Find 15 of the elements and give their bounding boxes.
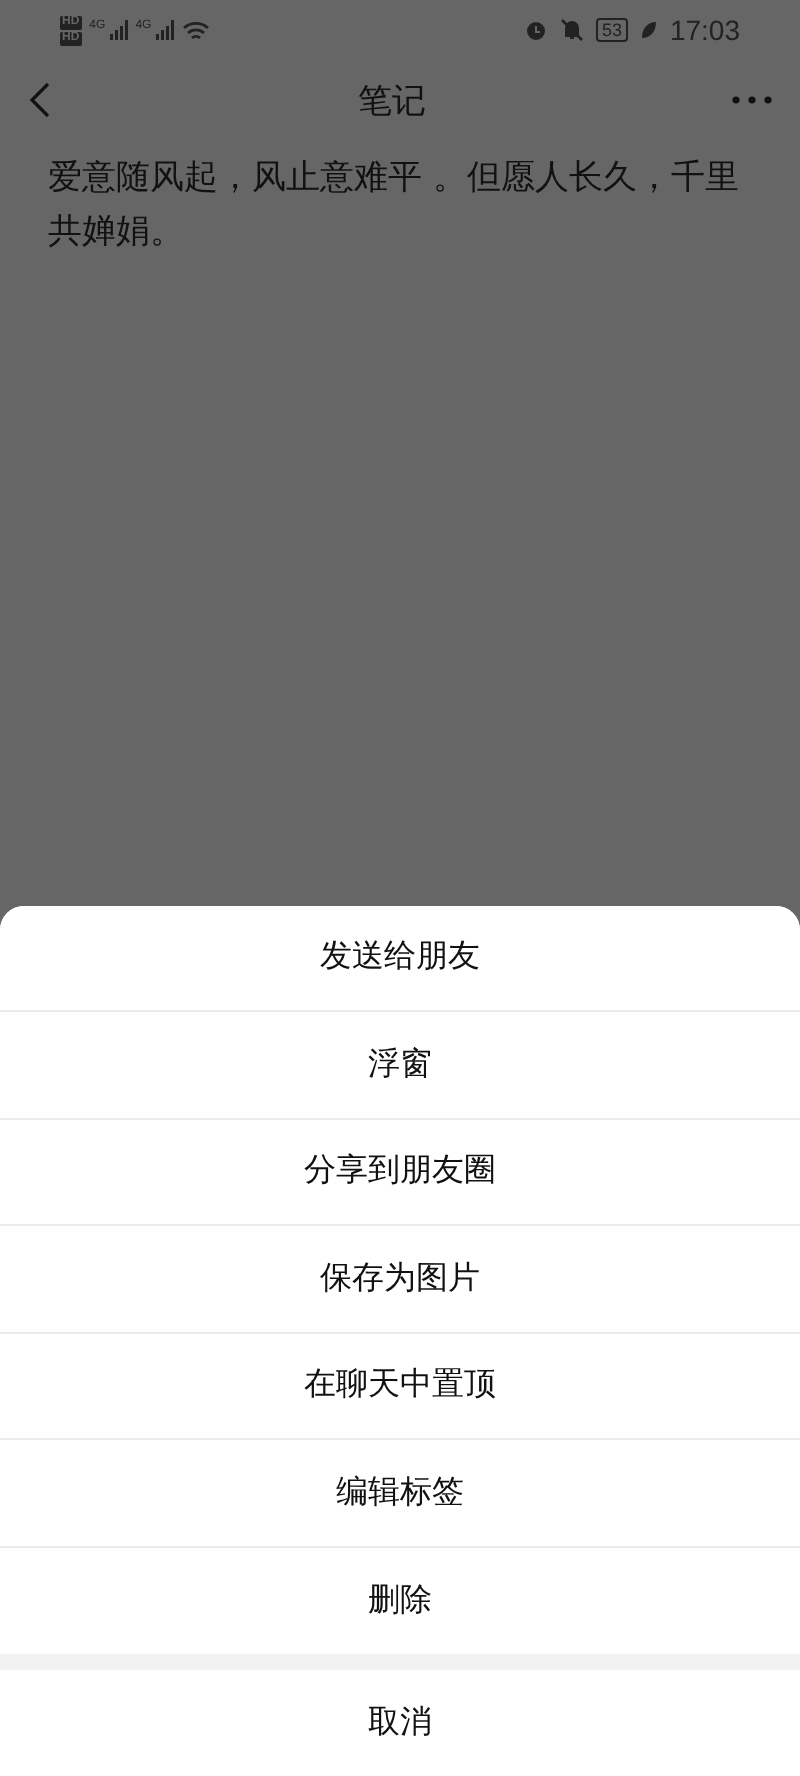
more-icon xyxy=(732,96,772,104)
clock-time: 17:03 xyxy=(669,14,740,46)
alarm-icon xyxy=(523,18,548,42)
back-button[interactable] xyxy=(28,82,52,118)
muted-bell-icon xyxy=(559,18,584,42)
battery-level: 53 xyxy=(595,18,628,42)
menu-item[interactable]: 发送给朋友 xyxy=(0,905,800,1012)
leaf-icon xyxy=(639,20,658,40)
back-icon xyxy=(28,82,52,118)
page-title: 笔记 xyxy=(356,79,428,123)
signal-icon xyxy=(153,20,174,40)
signal-icon xyxy=(107,20,128,40)
more-button[interactable] xyxy=(732,96,772,104)
wifi-icon xyxy=(181,19,210,41)
note-text: 爱意随风起，风止意难平 。但愿人长久，千里共婵娟。 xyxy=(48,156,741,256)
